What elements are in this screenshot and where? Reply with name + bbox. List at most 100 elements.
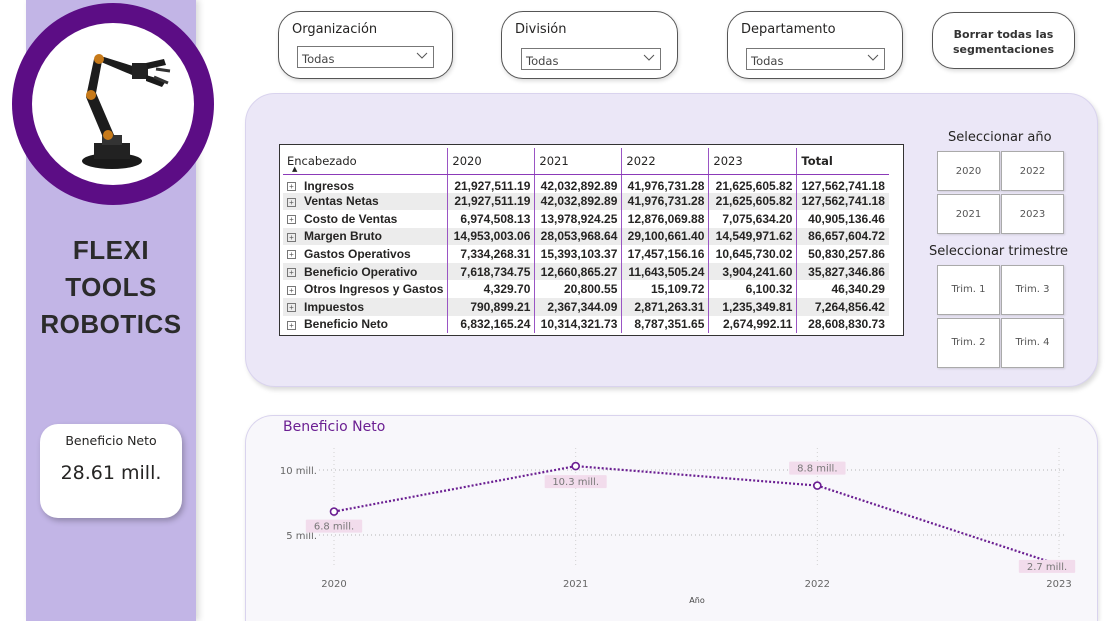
table-cell: 2,674,992.11: [708, 315, 797, 334]
y-tick-label: 5 mill.: [286, 531, 317, 542]
chevron-down-icon: [416, 52, 428, 59]
table-cell: 2,871,263.31: [621, 298, 709, 316]
quarter-button-4[interactable]: Trim. 4: [1001, 318, 1064, 368]
table-cell: 42,032,892.89: [534, 174, 622, 193]
organizacion-dropdown[interactable]: Todas: [297, 46, 434, 68]
row-header: + Gastos Operativos: [283, 245, 448, 263]
table-row[interactable]: + Margen Bruto 14,953,003.06 28,053,968.64 2…: [283, 227, 889, 246]
column-header-2022[interactable]: 2022: [621, 148, 709, 175]
expand-plus-icon[interactable]: +: [287, 232, 296, 242]
table-row[interactable]: + Gastos Operativos 7,334,268.31 15,393,103…: [283, 245, 889, 263]
brand-line-3: ROBOTICS: [40, 309, 182, 339]
row-label: Beneficio Neto: [304, 317, 389, 332]
quarter-button-2[interactable]: Trim. 2: [937, 318, 1000, 368]
column-header-2021[interactable]: 2021: [534, 148, 622, 175]
row-header: + Ventas Netas: [283, 192, 448, 211]
data-point: [813, 481, 822, 490]
slicer-organizacion: Organización Todas: [278, 11, 453, 79]
table-cell: 7,334,268.31: [447, 245, 535, 263]
row-header: + Impuestos: [283, 298, 448, 316]
x-tick-label: 2022: [805, 579, 830, 590]
brand-line-1: FLEXI: [72, 235, 150, 265]
table-cell: 28,053,968.64: [534, 227, 622, 246]
row-header: + Beneficio Neto: [283, 316, 448, 334]
table-cell: 6,974,508.13: [447, 210, 535, 228]
departamento-dropdown[interactable]: Todas: [746, 48, 885, 70]
table-cell: 4,329.70: [447, 280, 535, 299]
table-cell: 7,264,856.42: [796, 298, 889, 316]
table-cell: 41,976,731.28: [621, 174, 709, 193]
expand-plus-icon[interactable]: +: [287, 250, 296, 260]
column-header-2020[interactable]: 2020: [447, 148, 535, 175]
table-cell: 6,832,165.24: [447, 315, 535, 334]
expand-plus-icon[interactable]: +: [287, 303, 296, 313]
dashboard: FLEXI TOOLS ROBOTICS Beneficio Neto 28.6…: [0, 0, 1113, 621]
chart-title: Beneficio Neto: [283, 419, 386, 435]
quarter-button-3[interactable]: Trim. 3: [1001, 265, 1064, 315]
table-cell: 12,660,865.27: [534, 262, 622, 281]
table-cell: 46,340.29: [796, 280, 889, 299]
quarter-button-1[interactable]: Trim. 1: [937, 265, 1000, 315]
data-label: 10.3 mill.: [552, 477, 599, 488]
table-cell: 21,625,605.82: [708, 192, 797, 211]
table-cell: 20,800.55: [534, 280, 622, 299]
robot-arm-icon: [32, 23, 194, 185]
year-button-2022[interactable]: 2022: [1001, 151, 1064, 191]
x-axis-label: Año: [689, 596, 705, 605]
table-row[interactable]: + Impuestos 790,899.21 2,367,344.09 2,871,26…: [283, 298, 889, 316]
expand-plus-icon[interactable]: +: [287, 197, 296, 207]
data-point: [571, 461, 580, 471]
data-point: [329, 507, 339, 516]
table-row[interactable]: + Beneficio Neto 6,832,165.24 10,314,321.73…: [283, 315, 889, 334]
table-row[interactable]: + Ventas Netas 21,927,511.19 42,032,892.89 4…: [283, 192, 889, 211]
table-cell: 6,100.32: [708, 280, 797, 299]
table-row[interactable]: + Otros Ingresos y Gastos 4,329.70 20,800.5…: [283, 280, 889, 299]
row-label: Ingresos: [304, 178, 355, 193]
division-dropdown[interactable]: Todas: [521, 48, 661, 70]
chevron-down-icon: [643, 54, 655, 61]
table-cell: 21,625,605.82: [708, 174, 797, 193]
table-cell: 11,643,505.24: [621, 262, 709, 281]
row-header: + Otros Ingresos y Gastos: [283, 280, 448, 298]
sort-asc-icon: ▲: [292, 164, 298, 173]
income-statement-matrix: Encabezado ▲ 2020 2021 2022 2023 Total +…: [279, 144, 904, 336]
table-row[interactable]: + Beneficio Operativo 7,618,734.75 12,660,8…: [283, 262, 889, 281]
expand-plus-icon[interactable]: +: [287, 215, 296, 225]
table-cell: 127,562,741.18: [796, 192, 889, 211]
table-cell: 41,976,731.28: [621, 192, 709, 211]
table-cell: 42,032,892.89: [534, 192, 622, 211]
row-header: + Costo de Ventas: [283, 210, 448, 228]
table-cell: 8,787,351.65: [621, 315, 709, 334]
data-label: 2.7 mill.: [1027, 562, 1067, 573]
expand-plus-icon[interactable]: +: [287, 285, 296, 295]
expand-plus-icon[interactable]: +: [287, 320, 296, 330]
column-header-encabezado[interactable]: Encabezado ▲: [283, 148, 448, 175]
year-button-2021[interactable]: 2021: [937, 194, 1000, 234]
table-row[interactable]: + Costo de Ventas 6,974,508.13 13,978,924.2…: [283, 210, 889, 228]
column-header-2023[interactable]: 2023: [708, 148, 797, 175]
dropdown-value: Todas: [751, 54, 784, 68]
slicer-title: División: [515, 22, 567, 37]
year-selector-title: Seleccionar año: [948, 130, 1052, 145]
table-cell: 86,657,604.72: [796, 227, 889, 246]
table-cell: 15,393,103.37: [534, 245, 622, 263]
brand-title: FLEXI TOOLS ROBOTICS: [26, 232, 196, 343]
expand-plus-icon[interactable]: +: [287, 181, 296, 191]
year-button-2020[interactable]: 2020: [937, 151, 1000, 191]
row-header: + Ingresos: [283, 174, 448, 193]
row-label: Gastos Operativos: [304, 247, 411, 262]
column-header-total[interactable]: Total: [796, 148, 889, 175]
expand-plus-icon[interactable]: +: [287, 268, 296, 277]
data-label: 6.8 mill.: [314, 522, 354, 533]
table-cell: 13,978,924.25: [534, 210, 622, 228]
clear-all-slicers-button[interactable]: Borrar todas las segmentaciones: [932, 12, 1075, 69]
series-line: [333, 464, 1060, 566]
year-button-2023[interactable]: 2023: [1001, 194, 1064, 234]
table-cell: 1,235,349.81: [708, 298, 797, 316]
table-row[interactable]: + Ingresos 21,927,511.19 42,032,892.89 41,97…: [283, 174, 889, 193]
dropdown-value: Todas: [302, 52, 335, 66]
y-tick-label: 10 mill.: [280, 466, 317, 477]
table-cell: 50,830,257.86: [796, 245, 889, 263]
table-cell: 21,927,511.19: [447, 174, 535, 193]
table-cell: 35,827,346.86: [796, 262, 889, 281]
